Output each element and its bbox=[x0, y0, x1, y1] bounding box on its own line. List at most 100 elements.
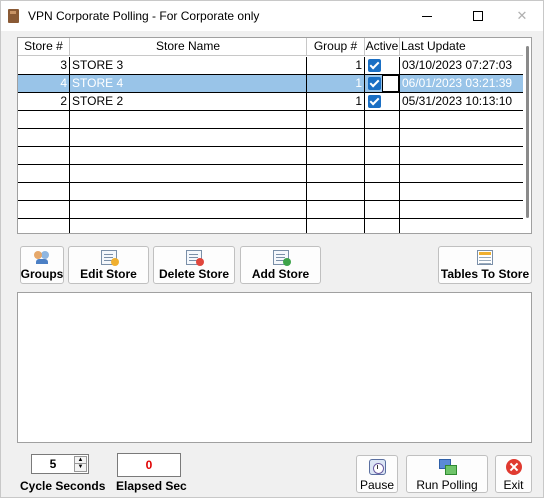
active-cell[interactable] bbox=[365, 75, 400, 92]
empty-cell[interactable] bbox=[307, 201, 365, 218]
empty-cell[interactable] bbox=[365, 165, 400, 182]
last-update-cell[interactable]: 05/31/2023 10:13:10 bbox=[400, 93, 523, 110]
store-num-cell[interactable]: 4 bbox=[18, 75, 70, 92]
empty-cell[interactable] bbox=[400, 165, 523, 182]
elapsed-seconds-display: 0 bbox=[117, 453, 181, 477]
empty-cell[interactable] bbox=[18, 219, 70, 233]
stores-grid[interactable]: Store # Store Name Group # Active Last U… bbox=[17, 37, 532, 234]
delete-store-button[interactable]: Delete Store bbox=[153, 246, 235, 284]
empty-cell[interactable] bbox=[365, 129, 400, 146]
empty-row[interactable] bbox=[18, 129, 523, 147]
active-cell[interactable] bbox=[365, 57, 400, 74]
last-update-cell[interactable]: 03/10/2023 07:27:03 bbox=[400, 57, 523, 74]
last-update-cell[interactable]: 06/01/2023 03:21:39 bbox=[400, 75, 523, 92]
column-header-store-num[interactable]: Store # bbox=[18, 38, 70, 56]
empty-cell[interactable] bbox=[18, 111, 70, 128]
empty-cell[interactable] bbox=[70, 165, 307, 182]
empty-cell[interactable] bbox=[365, 111, 400, 128]
empty-cell[interactable] bbox=[400, 147, 523, 164]
table-row[interactable]: 4 STORE 4 1 06/01/2023 03:21:39 bbox=[18, 75, 523, 93]
active-cell[interactable] bbox=[365, 93, 400, 110]
empty-cell[interactable] bbox=[70, 147, 307, 164]
delete-document-icon bbox=[186, 250, 204, 266]
empty-cell[interactable] bbox=[18, 129, 70, 146]
run-polling-button[interactable]: Run Polling bbox=[406, 455, 488, 493]
cycle-seconds-spinner[interactable]: 5 ▲ ▼ bbox=[31, 454, 89, 474]
empty-cell[interactable] bbox=[18, 165, 70, 182]
cycle-seconds-value[interactable]: 5 bbox=[32, 455, 74, 473]
empty-row[interactable] bbox=[18, 219, 523, 233]
empty-cell[interactable] bbox=[400, 129, 523, 146]
empty-cell[interactable] bbox=[307, 183, 365, 200]
store-name-cell[interactable]: STORE 4 bbox=[70, 75, 307, 92]
users-group-icon bbox=[34, 250, 50, 265]
store-num-cell[interactable]: 2 bbox=[18, 93, 70, 110]
scrollbar-thumb[interactable] bbox=[526, 46, 529, 218]
empty-cell[interactable] bbox=[307, 165, 365, 182]
empty-cell[interactable] bbox=[307, 129, 365, 146]
store-name-cell[interactable]: STORE 2 bbox=[70, 93, 307, 110]
column-header-active[interactable]: Active bbox=[365, 38, 400, 56]
edit-store-button[interactable]: Edit Store bbox=[68, 246, 149, 284]
spinner-up-arrow-icon[interactable]: ▲ bbox=[75, 457, 86, 464]
empty-cell[interactable] bbox=[307, 111, 365, 128]
spinner-down-arrow-icon[interactable]: ▼ bbox=[75, 464, 86, 471]
log-panel[interactable] bbox=[17, 292, 532, 443]
maximize-button[interactable] bbox=[455, 1, 501, 31]
pause-clock-icon bbox=[368, 459, 386, 475]
delete-store-button-label: Delete Store bbox=[158, 267, 230, 281]
exit-button[interactable]: Exit bbox=[495, 455, 532, 493]
store-name-cell[interactable]: STORE 3 bbox=[70, 57, 307, 74]
edit-document-icon bbox=[100, 250, 119, 266]
empty-cell[interactable] bbox=[70, 129, 307, 146]
focus-cell-indicator bbox=[382, 75, 399, 92]
close-button[interactable]: ✕ bbox=[499, 1, 544, 31]
empty-cell[interactable] bbox=[365, 201, 400, 218]
active-checkbox[interactable] bbox=[368, 77, 381, 90]
table-row[interactable]: 2 STORE 2 1 05/31/2023 10:13:10 bbox=[18, 93, 523, 111]
maximize-icon bbox=[473, 11, 483, 21]
empty-cell[interactable] bbox=[400, 111, 523, 128]
empty-cell[interactable] bbox=[307, 219, 365, 233]
cycle-seconds-label: Cycle Seconds bbox=[20, 479, 106, 493]
group-num-cell[interactable]: 1 bbox=[307, 75, 365, 92]
column-header-group-num[interactable]: Group # bbox=[307, 38, 365, 56]
empty-cell[interactable] bbox=[307, 147, 365, 164]
empty-row[interactable] bbox=[18, 165, 523, 183]
exit-button-label: Exit bbox=[503, 478, 524, 492]
column-header-last-update[interactable]: Last Update bbox=[400, 38, 523, 56]
empty-cell[interactable] bbox=[70, 183, 307, 200]
empty-row[interactable] bbox=[18, 183, 523, 201]
empty-cell[interactable] bbox=[18, 147, 70, 164]
minimize-button[interactable] bbox=[404, 1, 450, 31]
empty-cell[interactable] bbox=[18, 183, 70, 200]
table-icon bbox=[477, 250, 493, 265]
active-checkbox[interactable] bbox=[368, 95, 381, 108]
column-header-store-name[interactable]: Store Name bbox=[70, 38, 307, 56]
main-window: VPN Corporate Polling - For Corporate on… bbox=[0, 0, 544, 498]
grid-scrollbar[interactable] bbox=[523, 38, 531, 233]
group-num-cell[interactable]: 1 bbox=[307, 57, 365, 74]
empty-cell[interactable] bbox=[400, 219, 523, 233]
empty-cell[interactable] bbox=[400, 201, 523, 218]
store-num-cell[interactable]: 3 bbox=[18, 57, 70, 74]
empty-cell[interactable] bbox=[365, 147, 400, 164]
active-checkbox[interactable] bbox=[368, 59, 381, 72]
empty-row[interactable] bbox=[18, 201, 523, 219]
add-store-button[interactable]: Add Store bbox=[240, 246, 321, 284]
empty-cell[interactable] bbox=[70, 219, 307, 233]
empty-cell[interactable] bbox=[365, 183, 400, 200]
pause-button[interactable]: Pause bbox=[356, 455, 398, 493]
empty-cell[interactable] bbox=[18, 201, 70, 218]
empty-cell[interactable] bbox=[365, 219, 400, 233]
groups-button[interactable]: Groups bbox=[20, 246, 64, 284]
group-num-cell[interactable]: 1 bbox=[307, 93, 365, 110]
empty-row[interactable] bbox=[18, 111, 523, 129]
empty-cell[interactable] bbox=[70, 201, 307, 218]
empty-cell[interactable] bbox=[70, 111, 307, 128]
tables-to-store-button[interactable]: Tables To Store bbox=[438, 246, 532, 284]
add-document-icon bbox=[272, 250, 291, 266]
empty-cell[interactable] bbox=[400, 183, 523, 200]
empty-row[interactable] bbox=[18, 147, 523, 165]
table-row[interactable]: 3 STORE 3 1 03/10/2023 07:27:03 bbox=[18, 57, 523, 75]
